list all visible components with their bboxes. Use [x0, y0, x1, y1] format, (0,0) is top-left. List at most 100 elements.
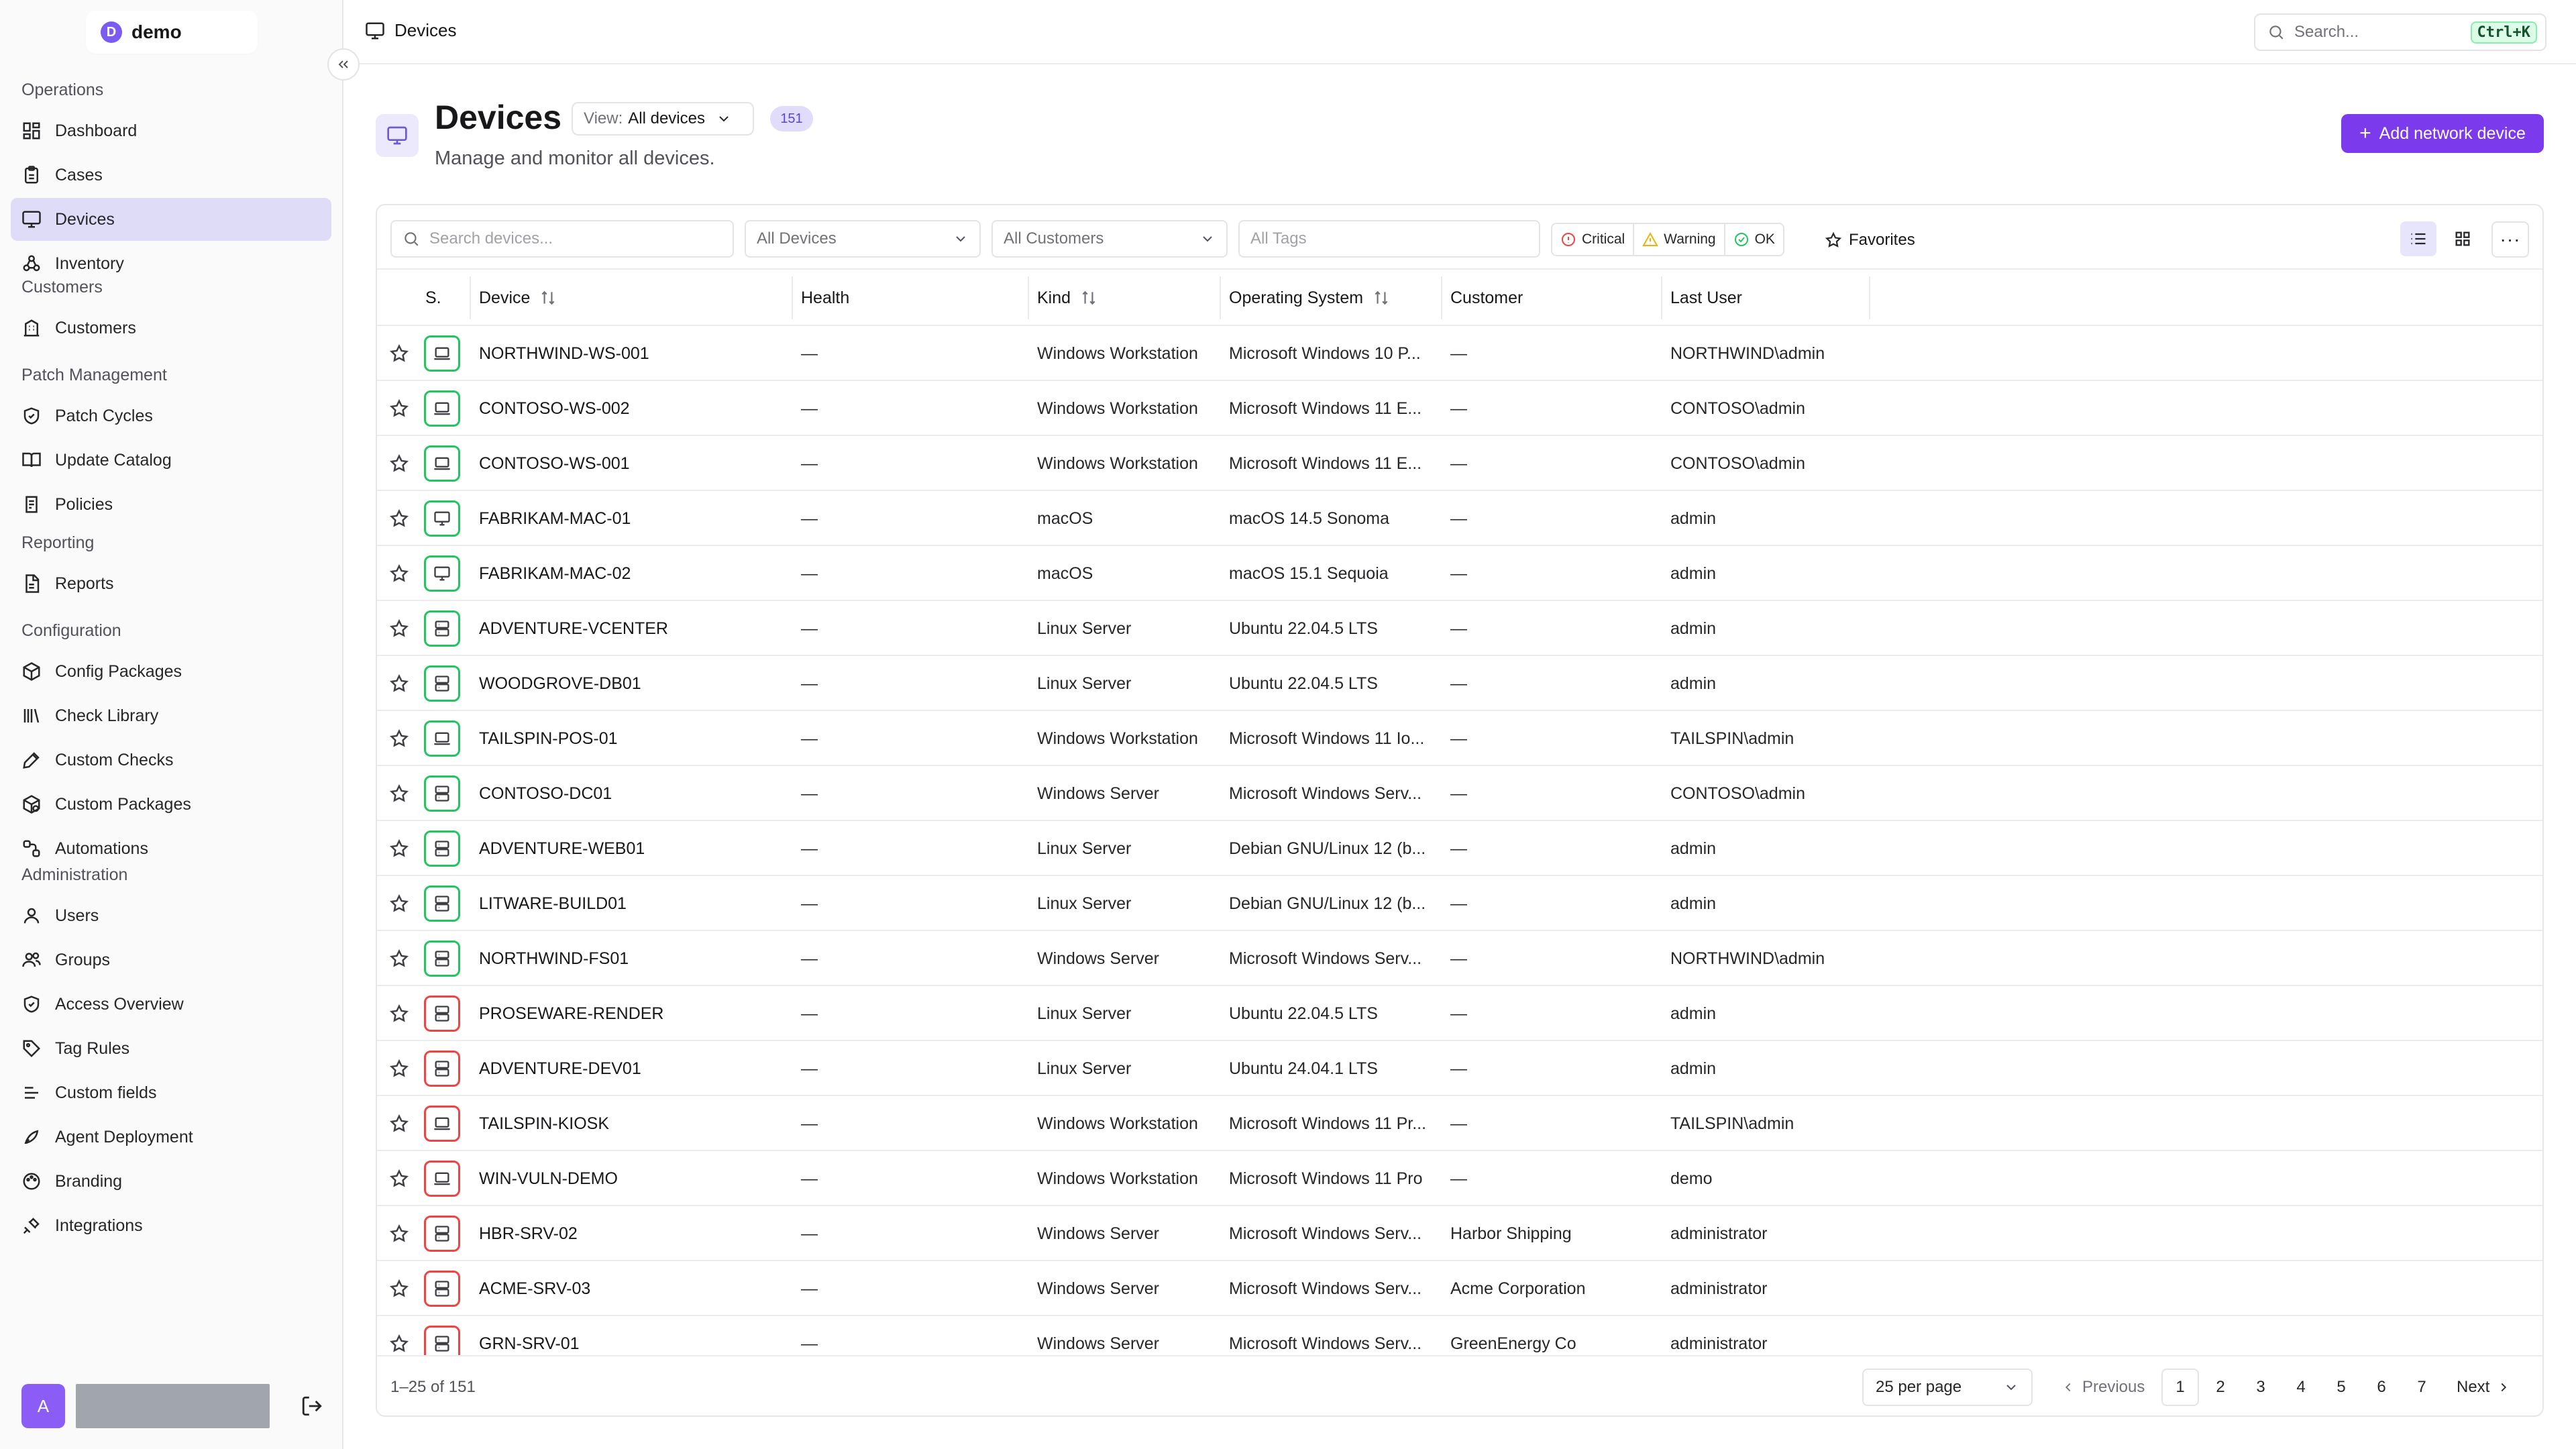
- status-filter-warning[interactable]: Warning: [1634, 224, 1725, 255]
- favorite-star-icon[interactable]: [389, 343, 409, 364]
- cell-device[interactable]: FABRIKAM-MAC-02: [479, 546, 788, 601]
- list-view-toggle[interactable]: [2400, 221, 2436, 256]
- table-row[interactable]: NORTHWIND-WS-001 — Windows Workstation Micr…: [377, 326, 2542, 381]
- sort-icon[interactable]: [1373, 289, 1390, 307]
- next-page-button[interactable]: Next: [2443, 1378, 2511, 1397]
- cell-device[interactable]: ACME-SRV-03: [479, 1261, 788, 1316]
- page-7-button[interactable]: 7: [2403, 1368, 2440, 1406]
- favorite-star-icon[interactable]: [389, 1169, 409, 1189]
- table-row[interactable]: CONTOSO-DC01 — Windows Server Microsoft Win…: [377, 766, 2542, 821]
- table-row[interactable]: WIN-VULN-DEMO — Windows Workstation Microso…: [377, 1151, 2542, 1206]
- tags-filter-input[interactable]: All Tags: [1238, 220, 1540, 258]
- column-header-kind[interactable]: Kind: [1027, 270, 1097, 326]
- sidebar-item-policies[interactable]: Policies: [11, 483, 331, 526]
- table-row[interactable]: WOODGROVE-DB01 — Linux Server Ubuntu 22.04.…: [377, 656, 2542, 711]
- grid-view-toggle[interactable]: [2445, 221, 2481, 256]
- table-row[interactable]: NORTHWIND-FS01 — Windows Server Microsoft W…: [377, 931, 2542, 986]
- favorite-star-icon[interactable]: [389, 1224, 409, 1244]
- table-row[interactable]: CONTOSO-WS-001 — Windows Workstation Micros…: [377, 436, 2542, 491]
- column-header-os[interactable]: Operating System: [1219, 270, 1390, 326]
- sidebar-item-check-library[interactable]: Check Library: [11, 694, 331, 737]
- table-row[interactable]: TAILSPIN-POS-01 — Windows Workstation Micro…: [377, 711, 2542, 766]
- avatar[interactable]: A: [21, 1384, 65, 1428]
- table-row[interactable]: LITWARE-BUILD01 — Linux Server Debian GNU/L…: [377, 876, 2542, 931]
- device-search-input[interactable]: Search devices...: [390, 220, 734, 258]
- global-search[interactable]: Search... Ctrl+K: [2254, 13, 2546, 51]
- table-row[interactable]: PROSEWARE-RENDER — Linux Server Ubuntu 22.0…: [377, 986, 2542, 1041]
- favorite-star-icon[interactable]: [389, 564, 409, 584]
- customer-filter[interactable]: All Customers: [991, 220, 1228, 258]
- cell-device[interactable]: ADVENTURE-DEV01: [479, 1041, 788, 1096]
- favorite-star-icon[interactable]: [389, 839, 409, 859]
- status-filter-ok[interactable]: OK: [1725, 224, 1783, 255]
- table-row[interactable]: ACME-SRV-03 — Windows Server Microsoft Wind…: [377, 1261, 2542, 1316]
- sidebar-item-customers[interactable]: Customers: [11, 307, 331, 350]
- sidebar-item-devices[interactable]: Devices: [11, 198, 331, 241]
- cell-device[interactable]: FABRIKAM-MAC-01: [479, 491, 788, 546]
- column-header-status[interactable]: S.: [425, 270, 441, 326]
- cell-device[interactable]: GRN-SRV-01: [479, 1316, 788, 1355]
- table-row[interactable]: HBR-SRV-02 — Windows Server Microsoft Windo…: [377, 1206, 2542, 1261]
- favorite-star-icon[interactable]: [389, 1059, 409, 1079]
- page-1-button[interactable]: 1: [2161, 1368, 2199, 1406]
- cell-device[interactable]: CONTOSO-DC01: [479, 766, 788, 821]
- favorites-filter[interactable]: Favorites: [1825, 225, 1915, 255]
- table-row[interactable]: ADVENTURE-WEB01 — Linux Server Debian GNU/L…: [377, 821, 2542, 876]
- cell-device[interactable]: PROSEWARE-RENDER: [479, 986, 788, 1041]
- favorite-star-icon[interactable]: [389, 1114, 409, 1134]
- favorite-star-icon[interactable]: [389, 453, 409, 474]
- cell-device[interactable]: TAILSPIN-KIOSK: [479, 1096, 788, 1151]
- sidebar-item-custom-checks[interactable]: Custom Checks: [11, 739, 331, 782]
- favorite-star-icon[interactable]: [389, 729, 409, 749]
- favorite-star-icon[interactable]: [389, 508, 409, 529]
- cell-device[interactable]: TAILSPIN-POS-01: [479, 711, 788, 766]
- table-row[interactable]: ADVENTURE-DEV01 — Linux Server Ubuntu 24.04…: [377, 1041, 2542, 1096]
- logout-icon[interactable]: [301, 1395, 323, 1417]
- favorite-star-icon[interactable]: [389, 674, 409, 694]
- add-network-device-button[interactable]: + Add network device: [2341, 114, 2544, 153]
- sidebar-item-automations[interactable]: Automations: [11, 827, 331, 870]
- favorite-star-icon[interactable]: [389, 894, 409, 914]
- table-row[interactable]: FABRIKAM-MAC-01 — macOS macOS 14.5 Sonoma — a…: [377, 491, 2542, 546]
- cell-device[interactable]: WOODGROVE-DB01: [479, 656, 788, 711]
- sidebar-item-tag-rules[interactable]: Tag Rules: [11, 1027, 331, 1070]
- favorite-star-icon[interactable]: [389, 1334, 409, 1354]
- column-header-customer[interactable]: Customer: [1440, 270, 1523, 326]
- sidebar-item-custom-packages[interactable]: Custom Packages: [11, 783, 331, 826]
- more-options-button[interactable]: ···: [2491, 221, 2529, 258]
- cell-device[interactable]: NORTHWIND-WS-001: [479, 326, 788, 381]
- cell-device[interactable]: CONTOSO-WS-001: [479, 436, 788, 491]
- cell-device[interactable]: NORTHWIND-FS01: [479, 931, 788, 986]
- column-header-last-user[interactable]: Last User: [1661, 270, 1742, 326]
- page-6-button[interactable]: 6: [2363, 1368, 2400, 1406]
- sidebar-item-patch-cycles[interactable]: Patch Cycles: [11, 394, 331, 437]
- page-3-button[interactable]: 3: [2242, 1368, 2279, 1406]
- status-filter-critical[interactable]: Critical: [1552, 224, 1635, 255]
- favorite-star-icon[interactable]: [389, 398, 409, 419]
- sort-icon[interactable]: [1080, 289, 1097, 307]
- table-row[interactable]: TAILSPIN-KIOSK — Windows Workstation Micros…: [377, 1096, 2542, 1151]
- sidebar-item-integrations[interactable]: Integrations: [11, 1204, 331, 1247]
- table-row[interactable]: FABRIKAM-MAC-02 — macOS macOS 15.1 Sequoia —…: [377, 546, 2542, 601]
- favorite-star-icon[interactable]: [389, 784, 409, 804]
- table-row[interactable]: GRN-SRV-01 — Windows Server Microsoft Windo…: [377, 1316, 2542, 1355]
- workspace-switcher[interactable]: D demo: [86, 11, 258, 54]
- sort-icon[interactable]: [539, 289, 557, 307]
- collapse-sidebar-icon[interactable]: [327, 48, 360, 80]
- favorite-star-icon[interactable]: [389, 1279, 409, 1299]
- sidebar-item-dashboard[interactable]: Dashboard: [11, 109, 331, 152]
- sidebar-item-reports[interactable]: Reports: [11, 562, 331, 605]
- table-row[interactable]: CONTOSO-WS-002 — Windows Workstation Micros…: [377, 381, 2542, 436]
- sidebar-item-custom-fields[interactable]: Custom fields: [11, 1071, 331, 1114]
- cell-device[interactable]: LITWARE-BUILD01: [479, 876, 788, 931]
- page-2-button[interactable]: 2: [2202, 1368, 2239, 1406]
- cell-device[interactable]: ADVENTURE-WEB01: [479, 821, 788, 876]
- per-page-select[interactable]: 25 per page: [1862, 1368, 2033, 1406]
- device-type-filter[interactable]: All Devices: [745, 220, 981, 258]
- cell-device[interactable]: HBR-SRV-02: [479, 1206, 788, 1261]
- sidebar-item-update-catalog[interactable]: Update Catalog: [11, 439, 331, 482]
- page-5-button[interactable]: 5: [2322, 1368, 2360, 1406]
- cell-device[interactable]: ADVENTURE-VCENTER: [479, 601, 788, 656]
- sidebar-item-config-packages[interactable]: Config Packages: [11, 650, 331, 693]
- sidebar-item-access-overview[interactable]: Access Overview: [11, 983, 331, 1026]
